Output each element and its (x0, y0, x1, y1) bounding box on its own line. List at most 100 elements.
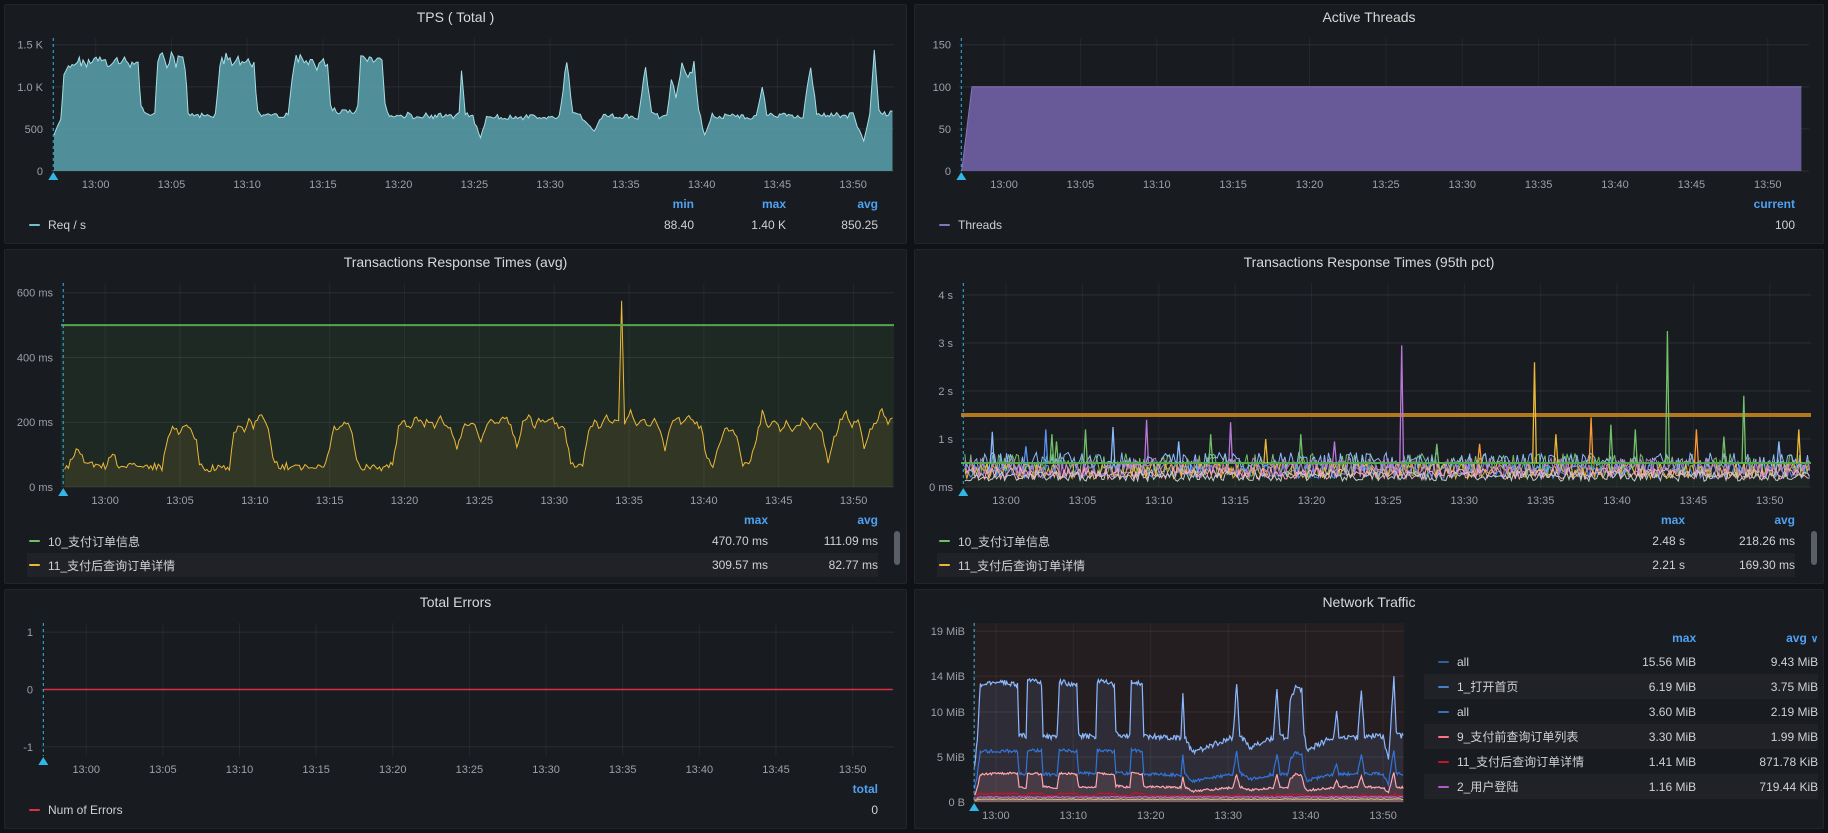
stat-header-avg[interactable]: avg (786, 195, 878, 213)
stat-max: 3.60 MiB (1584, 705, 1696, 719)
stat-header-total[interactable]: total (786, 780, 878, 798)
series-color-dash (29, 809, 40, 811)
panel-title-tps[interactable]: TPS ( Total ) (5, 5, 906, 30)
series-label[interactable]: 10_支付订单信息 (48, 533, 140, 550)
svg-text:13:00: 13:00 (72, 764, 100, 776)
legend-row-pre-pay-query[interactable]: 9_支付前查询订单列表 3.30 MiB 1.99 MiB (1424, 724, 1818, 749)
series-label[interactable]: Num of Errors (48, 803, 123, 817)
series-color-dash (29, 224, 40, 226)
network-traffic-chart[interactable]: 0 B5 MiB10 MiB14 MiB19 MiB13:0013:1013:2… (915, 615, 1412, 828)
legend-row-all-1[interactable]: all 15.56 MiB 9.43 MiB (1424, 649, 1818, 674)
svg-text:1: 1 (27, 627, 33, 639)
sort-caret-icon: ∨ (1811, 634, 1818, 645)
series-label[interactable]: 11_支付后查询订单详情 (1457, 753, 1584, 770)
network-legend: max avg∨ all 15.56 MiB 9.43 MiB 1_打开首页 6… (1412, 615, 1824, 828)
series-label[interactable]: 10_支付订单信息 (958, 533, 1050, 550)
stat-header-max[interactable]: max (658, 511, 768, 529)
series-label[interactable]: Threads (958, 218, 1002, 232)
series-label[interactable]: 1_打开首页 (1457, 678, 1518, 695)
svg-text:13:15: 13:15 (316, 495, 344, 507)
network-body: 0 B5 MiB10 MiB14 MiB19 MiB13:0013:1013:2… (915, 615, 1823, 828)
svg-text:13:10: 13:10 (233, 179, 261, 191)
legend-row-errors[interactable]: Num of Errors 0 (27, 798, 878, 822)
stat-header-max[interactable]: max (1584, 627, 1696, 649)
stat-avg: 1.99 MiB (1696, 730, 1818, 744)
stat-avg: 169.30 ms (1685, 558, 1795, 572)
panel-title-rt-95[interactable]: Transactions Response Times (95th pct) (915, 250, 1823, 275)
series-color-dash (1438, 686, 1449, 688)
series-label[interactable]: 11_支付后查询订单详情 (48, 557, 175, 574)
svg-text:13:40: 13:40 (1601, 179, 1629, 191)
series-color-dash (939, 564, 950, 566)
series-label[interactable]: Req / s (48, 218, 86, 232)
stat-header-avg-sorted[interactable]: avg∨ (1696, 627, 1818, 649)
legend-row-threads[interactable]: Threads 100 (937, 213, 1795, 237)
series-label[interactable]: 11_支付后查询订单详情 (958, 557, 1085, 574)
tps-chart[interactable]: 05001.0 K1.5 K13:0013:0513:1013:1513:201… (5, 30, 906, 195)
stat-max: 1.40 K (694, 218, 786, 232)
svg-text:13:50: 13:50 (839, 764, 867, 776)
legend-scrollbar[interactable] (894, 531, 900, 565)
stat-total: 0 (786, 803, 878, 817)
legend-row-10[interactable]: 10_支付订单信息 470.70 ms 111.09 ms (27, 529, 878, 553)
svg-text:0 ms: 0 ms (29, 482, 53, 494)
rt-avg-chart[interactable]: 0 ms200 ms400 ms600 ms13:0013:0513:1013:… (5, 275, 906, 511)
total-errors-chart[interactable]: -10113:0013:0513:1013:1513:2013:2513:301… (5, 615, 906, 780)
stat-header-max[interactable]: max (694, 195, 786, 213)
legend-row-reqs[interactable]: Req / s 88.40 1.40 K 850.25 (27, 213, 878, 237)
series-label[interactable]: 9_支付前查询订单列表 (1457, 728, 1578, 745)
stat-avg: 82.77 ms (768, 558, 878, 572)
svg-text:13:05: 13:05 (1069, 495, 1097, 507)
stat-header-min[interactable]: min (602, 195, 694, 213)
panel-title-rt-avg[interactable]: Transactions Response Times (avg) (5, 250, 906, 275)
active-threads-chart[interactable]: 05010015013:0013:0513:1013:1513:2013:251… (915, 30, 1823, 195)
svg-text:13:05: 13:05 (1067, 179, 1095, 191)
panel-title-total-errors[interactable]: Total Errors (5, 590, 906, 615)
svg-text:13:40: 13:40 (1292, 810, 1320, 822)
legend-row-all-2[interactable]: all 3.60 MiB 2.19 MiB (1424, 699, 1818, 724)
svg-text:13:15: 13:15 (302, 764, 330, 776)
svg-text:13:35: 13:35 (609, 764, 637, 776)
errors-legend: total Num of Errors 0 (5, 780, 906, 828)
stat-header-current[interactable]: current (1703, 195, 1795, 213)
legend-row-11[interactable]: 11_支付后查询订单详情 2.21 s 169.30 ms (937, 553, 1795, 577)
panel-title-active-threads[interactable]: Active Threads (915, 5, 1823, 30)
stat-max: 15.56 MiB (1584, 655, 1696, 669)
legend-row-11[interactable]: 11_支付后查询订单详情 309.57 ms 82.77 ms (27, 553, 878, 577)
legend-scrollbar[interactable] (1811, 531, 1817, 565)
svg-text:0: 0 (945, 166, 951, 178)
panel-rt-avg: Transactions Response Times (avg) 0 ms20… (4, 249, 907, 584)
legend-row-post-pay-query[interactable]: 11_支付后查询订单详情 1.41 MiB 871.78 KiB (1424, 749, 1818, 774)
stat-avg: 2.19 MiB (1696, 705, 1818, 719)
svg-text:5 MiB: 5 MiB (937, 752, 965, 764)
panel-tps: TPS ( Total ) 05001.0 K1.5 K13:0013:0513… (4, 4, 907, 244)
stat-header-avg[interactable]: avg (1685, 511, 1795, 529)
stat-header-max[interactable]: max (1575, 511, 1685, 529)
svg-text:50: 50 (939, 124, 951, 136)
svg-text:400 ms: 400 ms (17, 352, 54, 364)
svg-text:14 MiB: 14 MiB (931, 671, 965, 683)
legend-row-10[interactable]: 10_支付订单信息 2.48 s 218.26 ms (937, 529, 1795, 553)
panel-title-network-traffic[interactable]: Network Traffic (915, 590, 1823, 615)
svg-text:13:20: 13:20 (385, 179, 413, 191)
series-label[interactable]: all (1457, 705, 1469, 719)
stat-header-avg[interactable]: avg (768, 511, 878, 529)
series-label[interactable]: all (1457, 655, 1469, 669)
svg-text:13:25: 13:25 (461, 179, 489, 191)
svg-text:13:10: 13:10 (1143, 179, 1171, 191)
stat-max: 1.41 MiB (1584, 755, 1696, 769)
svg-text:13:20: 13:20 (391, 495, 419, 507)
svg-text:13:35: 13:35 (1527, 495, 1555, 507)
svg-text:2 s: 2 s (938, 386, 953, 398)
legend-row-homepage[interactable]: 1_打开首页 6.19 MiB 3.75 MiB (1424, 674, 1818, 699)
stat-avg: 850.25 (786, 218, 878, 232)
svg-text:600 ms: 600 ms (17, 288, 54, 300)
series-color-dash (1438, 736, 1449, 738)
series-label[interactable]: 2_用户登陆 (1457, 778, 1518, 795)
svg-text:1 s: 1 s (938, 434, 953, 446)
svg-text:13:05: 13:05 (158, 179, 186, 191)
legend-row-user-login[interactable]: 2_用户登陆 1.16 MiB 719.44 KiB (1424, 774, 1818, 799)
svg-text:13:45: 13:45 (1678, 179, 1706, 191)
rt-95-chart[interactable]: 0 ms1 s2 s3 s4 s13:0013:0513:1013:1513:2… (915, 275, 1823, 511)
svg-text:13:10: 13:10 (241, 495, 269, 507)
